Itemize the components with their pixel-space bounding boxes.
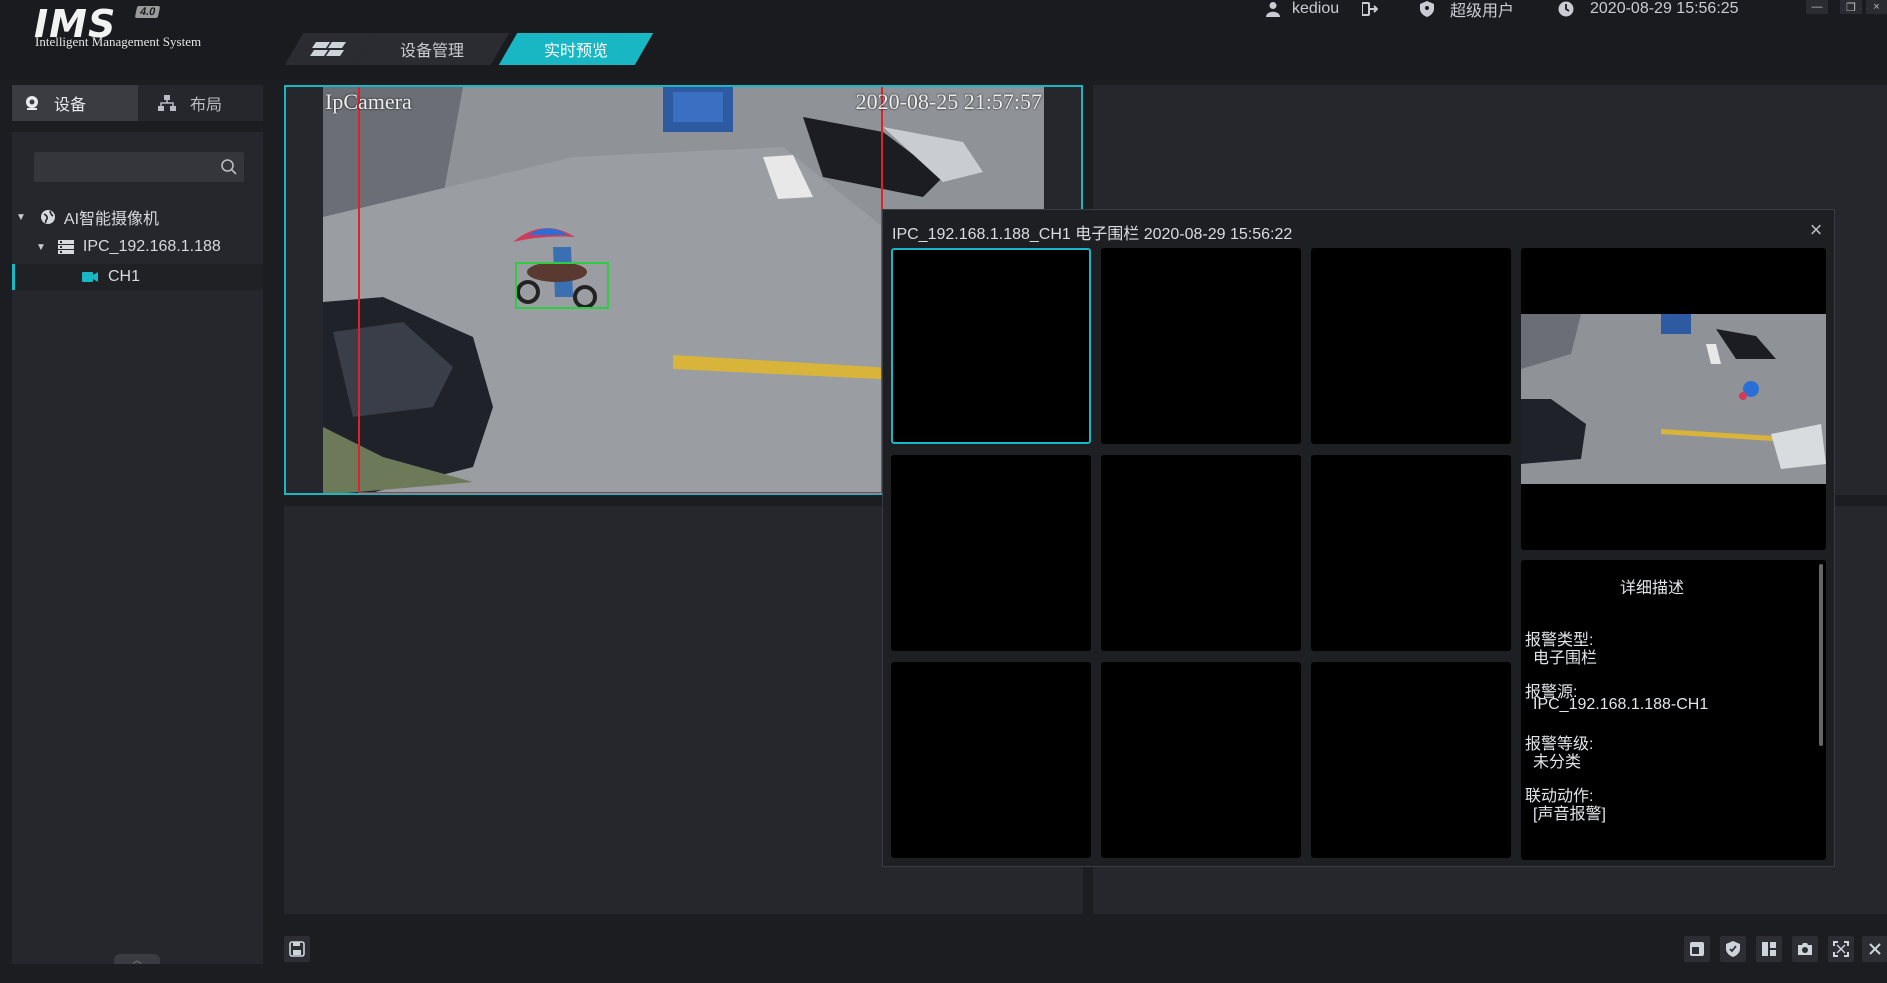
alarm-thumbnail[interactable] [891,455,1091,651]
restore-button[interactable]: ❐ [1840,0,1862,14]
alarm-thumbnail[interactable] [891,248,1091,444]
detail-heading: 详细描述 [1619,580,1684,597]
shield-check-icon [1726,941,1740,957]
clock-info: 2020-08-29 15:56:25 [1558,0,1739,18]
camera-snapshot-icon [1798,943,1812,955]
picture-in-picture-button[interactable] [1684,936,1710,962]
floppy-icon [289,941,305,957]
alarm-popup-close-button[interactable]: × [1804,217,1828,242]
tree-node-ch1[interactable]: CH1 [12,264,263,290]
tab-device-management[interactable]: 设备管理 [354,33,510,65]
tree-node-label: CH1 [108,268,141,285]
tree-node-ipc[interactable]: ▼ IPC_192.168.1.188 [12,234,263,260]
role-info: 超级用户 [1420,0,1515,20]
app-window: IMS 4.0 Intelligent Management System 设备… [0,0,1887,983]
alarm-thumbnail[interactable] [1311,455,1511,651]
field-value: [声音报警] [1533,806,1606,823]
field-value: IPC_192.168.1.188-CH1 [1533,696,1709,713]
shield-icon [1420,1,1434,17]
save-layout-button[interactable] [284,936,310,962]
tree-node-label: AI智能摄像机 [63,211,160,228]
search-icon[interactable] [220,158,238,176]
camera-icon [82,272,98,282]
minimize-icon: — [1811,1,1823,13]
sidebar-tabs: 设备 布局 [12,85,263,121]
datetime: 2020-08-29 15:56:25 [1590,0,1739,17]
globe-icon [40,210,55,224]
collapse-handle[interactable]: ︿ [114,954,160,965]
alarm-popup: IPC_192.168.1.188_CH1 电子围栏 2020-08-29 15… [882,209,1835,867]
server-icon [57,240,74,254]
home-grid-icon [310,42,346,56]
field-value: 未分类 [1533,754,1582,771]
close-window-button[interactable]: × [1866,0,1887,14]
chevron-up-icon: ︿ [132,954,142,965]
logout-button[interactable] [1362,0,1378,18]
minimize-button[interactable]: — [1806,0,1828,14]
snapshot-image [1521,314,1826,484]
fullscreen-icon [1833,941,1849,957]
alarm-thumbnail[interactable] [1101,662,1301,858]
tab-live-preview[interactable]: 实时预览 [498,33,654,65]
user-icon [1266,2,1280,17]
alarm-thumbnail[interactable] [1311,248,1511,444]
alarm-detail-panel: 详细描述 报警类型: 电子围栏 报警源: IPC_192.168.1.188-C… [1521,560,1826,860]
close-icon: × [1873,1,1880,13]
sidebar-tab-label: 布局 [190,97,223,114]
fullscreen-button[interactable] [1828,936,1854,962]
tab-label: 实时预览 [543,43,608,60]
version-badge: 4.0 [134,6,161,18]
camera-osd-time: 2020-08-25 21:57:57 [855,89,1042,114]
alarm-thumbnail[interactable] [1311,662,1511,858]
logout-icon [1362,2,1378,16]
layout-switch-button[interactable] [1756,936,1782,962]
chevron-down-icon[interactable]: ▼ [36,242,46,253]
layout-icon [1762,942,1776,956]
close-all-button[interactable] [1862,936,1887,962]
image-icon [1690,942,1704,956]
restore-icon: ❐ [1846,1,1856,14]
tab-label: 设备管理 [399,43,464,60]
tree-node-ai-camera[interactable]: ▼ AI智能摄像机 [12,204,263,230]
camera-osd-name: IpCamera [325,89,412,114]
layout-tree-icon [158,95,176,111]
device-tree-panel: ▼ AI智能摄像机 ▼ IPC_192.168.1.188 CH1 ︿ [12,132,263,965]
tree-node-label: IPC_192.168.1.188 [82,238,221,255]
selection-indicator [12,264,15,290]
alarm-popup-title: IPC_192.168.1.188_CH1 电子围栏 2020-08-29 15… [892,226,1293,243]
username: kediou [1292,0,1340,17]
alarm-thumbnail[interactable] [1101,248,1301,444]
alarm-snapshot [1521,248,1826,550]
webcam-icon [26,96,38,110]
snapshot-button[interactable] [1792,936,1818,962]
sidebar-tab-device[interactable]: 设备 [12,85,138,121]
close-icon: × [1809,217,1823,242]
chevron-down-icon[interactable]: ▼ [16,212,26,223]
app-subtitle: Intelligent Management System [35,34,202,49]
device-search-input[interactable] [34,152,244,182]
alarm-thumbnail[interactable] [1101,455,1301,651]
user-role: 超级用户 [1450,3,1515,20]
field-value: 电子围栏 [1533,650,1598,667]
alarm-thumbnail[interactable] [891,662,1091,858]
user-info[interactable]: kediou [1266,0,1339,18]
sidebar-tab-label: 设备 [54,97,87,114]
sidebar-tab-layout[interactable]: 布局 [138,85,263,121]
clock-icon [1558,1,1574,17]
top-header: IMS 4.0 Intelligent Management System 设备… [0,0,1887,80]
alarm-toggle-button[interactable] [1720,936,1746,962]
detail-scrollbar[interactable] [1819,564,1823,746]
close-icon [1868,943,1881,955]
